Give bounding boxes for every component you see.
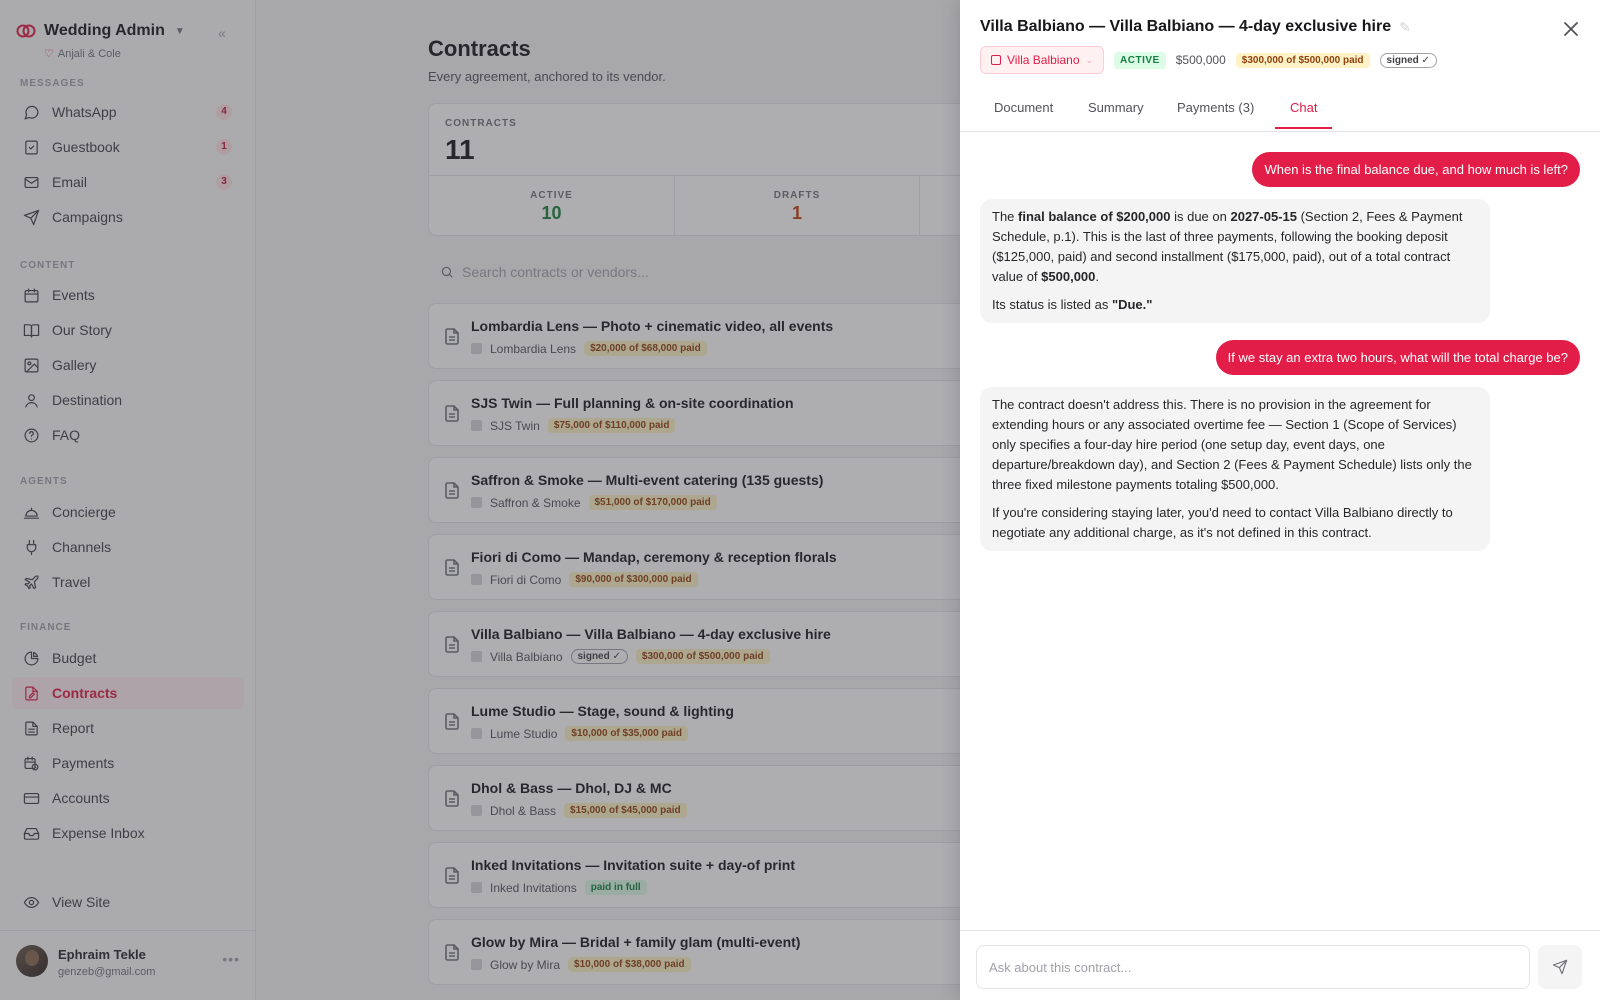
tab-payments[interactable]: Payments (3) bbox=[1177, 100, 1254, 115]
contract-drawer: Villa Balbiano — Villa Balbiano — 4-day … bbox=[960, 0, 1600, 1000]
contract-amount: $500,000 bbox=[1175, 53, 1226, 67]
drawer-title: Villa Balbiano — Villa Balbiano — 4-day … bbox=[980, 18, 1411, 36]
vendor-select[interactable]: Villa Balbiano ⌄ bbox=[980, 46, 1105, 74]
chevron-down-icon: ⌄ bbox=[1085, 54, 1094, 65]
drawer-tabs: Document Summary Payments (3) Chat bbox=[960, 90, 1600, 132]
send-icon bbox=[1552, 959, 1568, 975]
assistant-message: The contract doesn't address this. There… bbox=[980, 387, 1490, 551]
signed-badge: signed ✓ bbox=[1379, 52, 1437, 68]
building-icon bbox=[991, 55, 1001, 65]
drawer-meta: Villa Balbiano ⌄ ACTIVE $500,000 $300,00… bbox=[980, 46, 1437, 74]
user-message: If we stay an extra two hours, what will… bbox=[1215, 340, 1580, 375]
paid-badge: $300,000 of $500,000 paid bbox=[1235, 52, 1370, 68]
tab-document[interactable]: Document bbox=[994, 100, 1053, 115]
close-icon[interactable] bbox=[1562, 20, 1580, 38]
assistant-message: The final balance of $200,000 is due on … bbox=[980, 199, 1490, 323]
chat-composer bbox=[960, 930, 1600, 1000]
tab-summary[interactable]: Summary bbox=[1088, 100, 1144, 115]
send-button[interactable] bbox=[1538, 945, 1582, 989]
status-badge: ACTIVE bbox=[1114, 51, 1166, 69]
tab-chat[interactable]: Chat bbox=[1290, 100, 1317, 115]
chat-thread: When is the final balance due, and how m… bbox=[960, 132, 1600, 930]
user-message: When is the final balance due, and how m… bbox=[1252, 152, 1580, 187]
chat-input[interactable] bbox=[976, 945, 1530, 989]
active-tab-indicator bbox=[1275, 127, 1332, 129]
pencil-icon[interactable]: ✎ bbox=[1399, 19, 1411, 36]
modal-backdrop[interactable] bbox=[0, 0, 960, 1000]
